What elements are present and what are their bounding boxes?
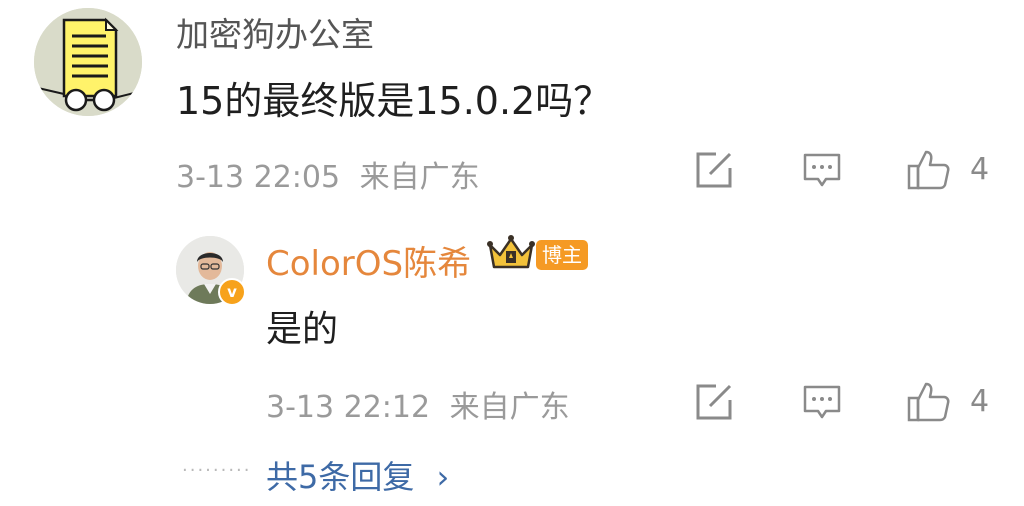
reply-comment-button[interactable] xyxy=(802,384,842,426)
commenter-avatar[interactable] xyxy=(34,8,142,116)
share-icon xyxy=(696,152,732,188)
reply-like-button[interactable] xyxy=(906,378,952,428)
more-replies-label: 共5条回复 xyxy=(266,458,415,496)
share-icon xyxy=(696,384,732,420)
comment-timestamp: 3-13 22:05 xyxy=(176,160,341,195)
chevron-right-icon: › xyxy=(436,458,450,496)
blogger-badge: 博主 xyxy=(536,240,588,270)
share-button[interactable] xyxy=(694,150,734,194)
like-icon xyxy=(907,150,950,190)
like-button[interactable] xyxy=(906,146,952,196)
more-replies-link[interactable]: 共5条回复 › xyxy=(266,452,449,498)
reply-location: 来自广东 xyxy=(449,390,570,425)
reply-like-count: 4 xyxy=(970,384,990,419)
comment-button[interactable] xyxy=(802,152,842,194)
reply-timestamp: 3-13 22:12 xyxy=(266,390,431,425)
crown-icon xyxy=(486,233,536,277)
like-count: 4 xyxy=(970,152,990,187)
like-icon xyxy=(907,382,950,422)
document-with-glasses-icon xyxy=(34,8,142,116)
comment-text: 15的最终版是15.0.2吗？ xyxy=(176,79,612,123)
dotted-divider: ········· xyxy=(182,460,252,481)
reply-share-button[interactable] xyxy=(694,382,734,426)
commenter-username[interactable]: 加密狗办公室 xyxy=(176,8,374,56)
comment-location: 来自广东 xyxy=(359,160,480,195)
reply-text: 是的 xyxy=(266,309,339,350)
comment-meta: 3-13 22:05 来自广东 xyxy=(176,152,480,196)
comment-icon xyxy=(803,385,841,419)
reply-username[interactable]: ColorOS陈希 xyxy=(266,236,471,285)
reply-meta: 3-13 22:12 来自广东 xyxy=(266,382,570,426)
comment-icon xyxy=(803,153,841,187)
verified-icon: v xyxy=(218,278,246,306)
